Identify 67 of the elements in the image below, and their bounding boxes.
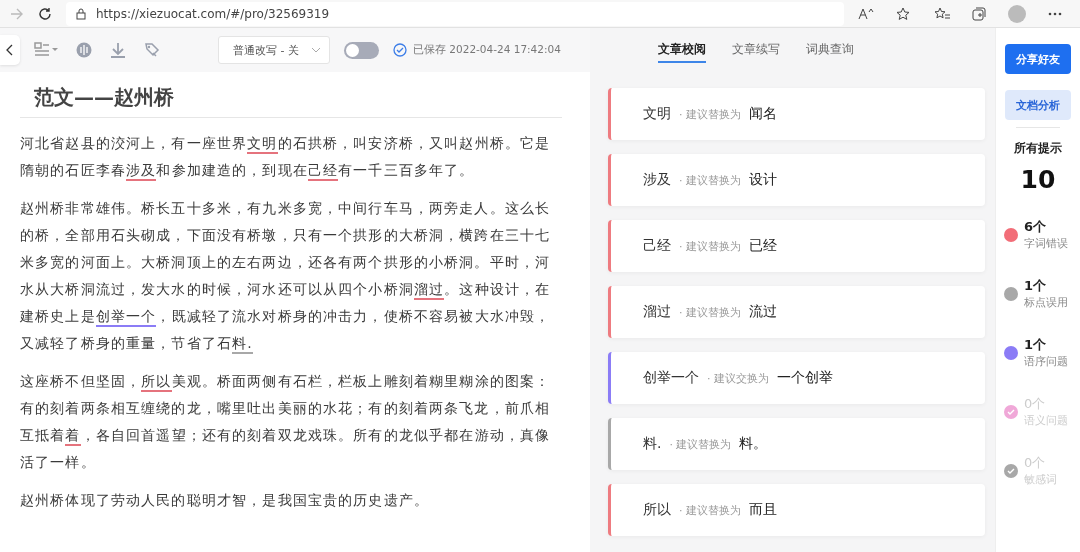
suggestion-hint: · 建议替换为 <box>669 436 732 452</box>
more-icon[interactable] <box>1048 11 1062 16</box>
flagged-word: 己经 <box>643 237 671 255</box>
suggestion-hint: · 建议交换为 <box>707 370 769 386</box>
document-title: 范文——赵州桥 <box>20 84 562 118</box>
suggestion-card[interactable]: 溜过 · 建议替换为 流过 <box>608 286 985 338</box>
download-icon[interactable] <box>110 42 126 58</box>
tag-icon[interactable] <box>144 42 160 58</box>
tab[interactable]: 文章校阅 <box>658 37 706 63</box>
suggestion-card[interactable]: 文明 · 建议替换为 闻名 <box>608 88 985 140</box>
stat-count: 1个 <box>1024 277 1048 295</box>
replacement-word: 流过 <box>749 303 777 321</box>
paragraph: 河北省赵县的洨河上，有一座世界文明 的石拱桥，叫安济桥，又叫赵州桥。它是隋朝的石匠李春涉及和参加建造的，到现在己经有一千三百多年了。 <box>20 130 562 184</box>
paragraph: 这座桥不但坚固，所以 美观。桥面两侧有石栏，栏板上雕刻着糊里糊涂的图案：有的刻着两条相互缠绕的龙，嘴里吐出美丽的水花；有的刻着两条飞龙，前爪相互抵着着，各自回首遥望；还有的刻着双龙戏珠。所有的龙似乎都在游动，真像活了一样。 <box>20 372 552 472</box>
paragraph: 赵州桥体现了劳动人民的聪明才智，是我国宝贵的历史遗产。 <box>20 491 431 510</box>
replacement-word: 设计 <box>749 171 777 189</box>
replacement-word: 已经 <box>749 237 777 255</box>
back-button[interactable] <box>0 35 20 65</box>
replacement-word: 一个创举 <box>777 369 833 387</box>
collections-icon[interactable] <box>972 6 986 21</box>
replacement-word: 闻名 <box>749 105 777 123</box>
flagged-word: 文明 <box>643 105 671 123</box>
total-count: 10 <box>1020 165 1056 194</box>
analysis-button[interactable]: 文档分析 <box>1005 90 1071 120</box>
read-aloud-icon[interactable] <box>858 7 874 20</box>
lock-icon <box>76 7 86 20</box>
url-text: https://xiezuocat.com/#/pro/32569319 <box>96 6 330 21</box>
waveform-icon[interactable] <box>76 42 92 58</box>
address-bar[interactable]: https://xiezuocat.com/#/pro/32569319 <box>66 1 844 26</box>
check-circle-icon <box>393 43 407 57</box>
suggestion-card[interactable]: 涉及 · 建议替换为 设计 <box>608 154 985 206</box>
suggestion-card[interactable]: 创举一个 · 建议交换为 一个创举 <box>608 352 985 404</box>
stat-label: 标点误用 <box>1024 295 1068 310</box>
toggle-switch[interactable] <box>344 41 379 59</box>
suggestion-card[interactable]: 料. · 建议替换为 料。 <box>608 418 985 470</box>
share-button[interactable]: 分享好友 <box>1005 44 1071 74</box>
tab[interactable]: 词典查询 <box>806 37 854 63</box>
stat-label: 语序问题 <box>1024 354 1068 369</box>
flagged-word: 料. <box>643 435 662 453</box>
layout-icon[interactable] <box>34 42 58 58</box>
tab[interactable]: 文章续写 <box>732 37 780 63</box>
avatar-icon[interactable] <box>1008 4 1026 23</box>
favorites-icon[interactable] <box>934 6 950 21</box>
flagged-word: 所以 <box>643 501 671 519</box>
stat-count: 6个 <box>1024 218 1048 236</box>
paragraph: 赵州桥非常雄伟。桥长五十多米，有九米多宽，中间行车马，两旁走人。这么长的桥，全部用石头砌成，下面没有桥墩，只有一个拱形的大桥洞，横跨在三十七米多宽的河面上。大桥洞顶上的左右两边，还各有两个拱形的小桥洞。平时，河水从大桥洞流过，发大水的时候，河水还可以从四个小桥洞溜过。这种设计，在建桥史上是创举一个，既减轻了流水对桥身的冲击力，使桥不容易被大水冲毁，又减轻了桥身的重量，节省了石料. <box>20 195 562 357</box>
suggestion-hint: · 建议替换为 <box>679 304 741 320</box>
suggestion-hint: · 建议替换为 <box>679 238 741 254</box>
reload-icon[interactable] <box>38 6 52 21</box>
suggestion-hint: · 建议替换为 <box>679 172 741 188</box>
replacement-word: 而且 <box>749 501 777 519</box>
replacement-word: 料。 <box>739 435 768 453</box>
stat-label: 字词错误 <box>1024 236 1068 251</box>
forward-arrow-icon[interactable] <box>10 7 24 20</box>
suggestion-hint: · 建议替换为 <box>679 106 741 122</box>
suggestion-card[interactable]: 己经 · 建议替换为 已经 <box>608 220 985 272</box>
flagged-word: 溜过 <box>643 303 671 321</box>
stat-count: 1个 <box>1024 336 1048 354</box>
flagged-word: 涉及 <box>643 171 671 189</box>
suggestion-card[interactable]: 所以 · 建议替换为 而且 <box>608 484 985 536</box>
mode-dropdown[interactable]: 普通改写 - 关 <box>218 36 330 64</box>
flagged-word: 创举一个 <box>643 369 699 387</box>
total-label: 所有提示 <box>1014 140 1062 157</box>
chevron-left-icon <box>6 44 14 56</box>
suggestion-hint: · 建议替换为 <box>679 502 741 518</box>
save-status: 已保存 2022-04-24 17:42:04 <box>413 43 561 57</box>
chevron-down-icon <box>311 47 321 53</box>
